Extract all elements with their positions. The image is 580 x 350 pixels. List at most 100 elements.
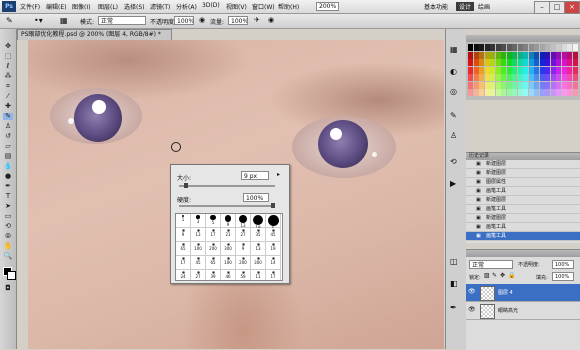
color-swatch[interactable] (473, 81, 479, 89)
color-swatch[interactable] (523, 51, 528, 59)
color-swatch[interactable] (517, 66, 523, 74)
color-swatch[interactable] (572, 89, 578, 96)
color-swatch[interactable] (479, 44, 484, 51)
color-swatch[interactable] (550, 51, 556, 59)
history-state[interactable]: ▣ 新建图层 (466, 160, 580, 169)
color-swatch[interactable] (501, 51, 506, 59)
pressure-size-icon[interactable]: ◉ (268, 16, 274, 24)
color-swatch[interactable] (512, 59, 517, 66)
color-swatch[interactable] (484, 51, 490, 59)
brush-preset[interactable]: 19 (251, 214, 266, 230)
color-swatch[interactable] (501, 59, 506, 66)
color-swatch[interactable] (517, 59, 523, 66)
brush-preset[interactable]: 13 (191, 228, 206, 242)
brush-hardness-slider[interactable] (179, 203, 275, 208)
history-state[interactable]: ▣ 图层属性 (466, 178, 580, 187)
color-swatch[interactable] (490, 89, 495, 96)
color-swatch[interactable] (495, 74, 501, 81)
color-swatch[interactable] (534, 44, 539, 51)
menu-help[interactable]: 帮助(H) (278, 2, 299, 11)
color-swatch[interactable] (490, 74, 495, 81)
color-swatch[interactable] (545, 74, 550, 81)
path-select-tool-icon[interactable]: ➤ (3, 203, 13, 210)
color-swatch[interactable] (517, 81, 523, 89)
history-state[interactable]: ▣ 画笔工具 (466, 223, 580, 232)
brush-preset[interactable]: 100 (221, 256, 236, 270)
color-swatch[interactable] (506, 51, 512, 59)
lock-position-icon[interactable]: ✥ (500, 272, 505, 279)
flow-input[interactable]: 100% (228, 16, 248, 25)
menu-analysis[interactable]: 分析(A) (176, 2, 197, 11)
minimize-button[interactable]: – (534, 1, 550, 14)
color-swatch[interactable] (534, 81, 539, 89)
gradient-tool-icon[interactable]: ▤ (3, 153, 13, 160)
brush-preset[interactable]: 9 (221, 214, 236, 228)
masks-panel-icon[interactable]: ◎ (450, 87, 457, 96)
brush-panel-icon[interactable]: ✎ (450, 111, 457, 120)
color-swatch[interactable] (479, 59, 484, 66)
color-swatch[interactable] (501, 44, 506, 51)
color-swatch[interactable] (517, 74, 523, 81)
brush-preset[interactable]: 300 (221, 242, 236, 256)
color-swatch[interactable] (539, 59, 545, 66)
color-swatch[interactable] (550, 59, 556, 66)
color-swatch[interactable] (545, 59, 550, 66)
lock-all-icon[interactable]: 🔒 (508, 272, 515, 279)
brush-hardness-input[interactable]: 100% (243, 193, 269, 202)
zoom-tool-icon[interactable]: 🔍 (3, 253, 13, 260)
brush-preset[interactable]: 45 (191, 256, 206, 270)
color-swatch[interactable] (528, 66, 534, 74)
lock-transparent-icon[interactable]: ▨ (484, 272, 490, 279)
color-swatch[interactable] (517, 89, 523, 96)
color-swatch[interactable] (517, 44, 523, 51)
brush-preset[interactable]: 13 (236, 214, 251, 228)
eraser-tool-icon[interactable]: ▱ (3, 143, 13, 150)
color-swatch[interactable] (473, 89, 479, 96)
color-swatch[interactable] (539, 44, 545, 51)
color-swatch[interactable] (506, 59, 512, 66)
menu-image[interactable]: 图像(I) (72, 2, 90, 11)
brush-preset[interactable]: 100 (191, 242, 206, 256)
color-swatch[interactable] (490, 44, 495, 51)
color-swatch[interactable] (528, 51, 534, 59)
brush-preset[interactable]: 3 (191, 214, 206, 228)
color-swatch[interactable] (556, 44, 561, 51)
color-swatch[interactable] (473, 66, 479, 74)
color-swatch[interactable] (473, 59, 479, 66)
color-swatch[interactable] (528, 59, 534, 66)
color-swatch[interactable] (484, 74, 490, 81)
color-swatch[interactable] (501, 66, 506, 74)
type-tool-icon[interactable]: T (3, 193, 13, 200)
color-swatch[interactable] (523, 59, 528, 66)
brush-preset[interactable]: 17 (206, 228, 221, 242)
brush-preset[interactable]: 9 (236, 242, 251, 256)
blur-tool-icon[interactable]: 💧 (3, 163, 13, 170)
brush-size-input[interactable]: 9 px (241, 171, 269, 180)
history-state[interactable]: ▣ 新建图层 (466, 169, 580, 178)
color-swatch[interactable] (495, 51, 501, 59)
brush-preset[interactable]: 300 (251, 256, 266, 270)
color-swatch[interactable] (484, 89, 490, 96)
brush-preset[interactable]: 200 (236, 256, 251, 270)
color-swatch[interactable] (539, 51, 545, 59)
history-state[interactable]: ▣ 画笔工具 (466, 232, 580, 241)
color-swatch[interactable] (495, 66, 501, 74)
brush-preset[interactable]: 65 (176, 242, 191, 256)
color-swatch[interactable] (473, 74, 479, 81)
color-swatch[interactable] (512, 51, 517, 59)
layer-row[interactable]: 👁 图层 4 (466, 284, 580, 302)
color-swatch[interactable] (495, 89, 501, 96)
3d-camera-tool-icon[interactable]: ⦾ (3, 233, 13, 240)
brush-tool-icon[interactable]: ✎ (3, 113, 13, 120)
history-state[interactable]: ▣ 新建图层 (466, 214, 580, 223)
color-swatch[interactable] (545, 89, 550, 96)
color-swatch[interactable] (473, 51, 479, 59)
clone-stamp-tool-icon[interactable]: ♙ (3, 123, 13, 130)
eye-visibility-icon[interactable]: 👁 (468, 288, 476, 295)
hand-tool-icon[interactable]: ✋ (3, 243, 13, 250)
color-swatch[interactable] (523, 66, 528, 74)
workspace-design[interactable]: 设计 (456, 2, 475, 11)
color-swatch[interactable] (468, 44, 473, 51)
zoom-select[interactable]: 200% (316, 2, 340, 11)
color-swatch[interactable] (534, 59, 539, 66)
